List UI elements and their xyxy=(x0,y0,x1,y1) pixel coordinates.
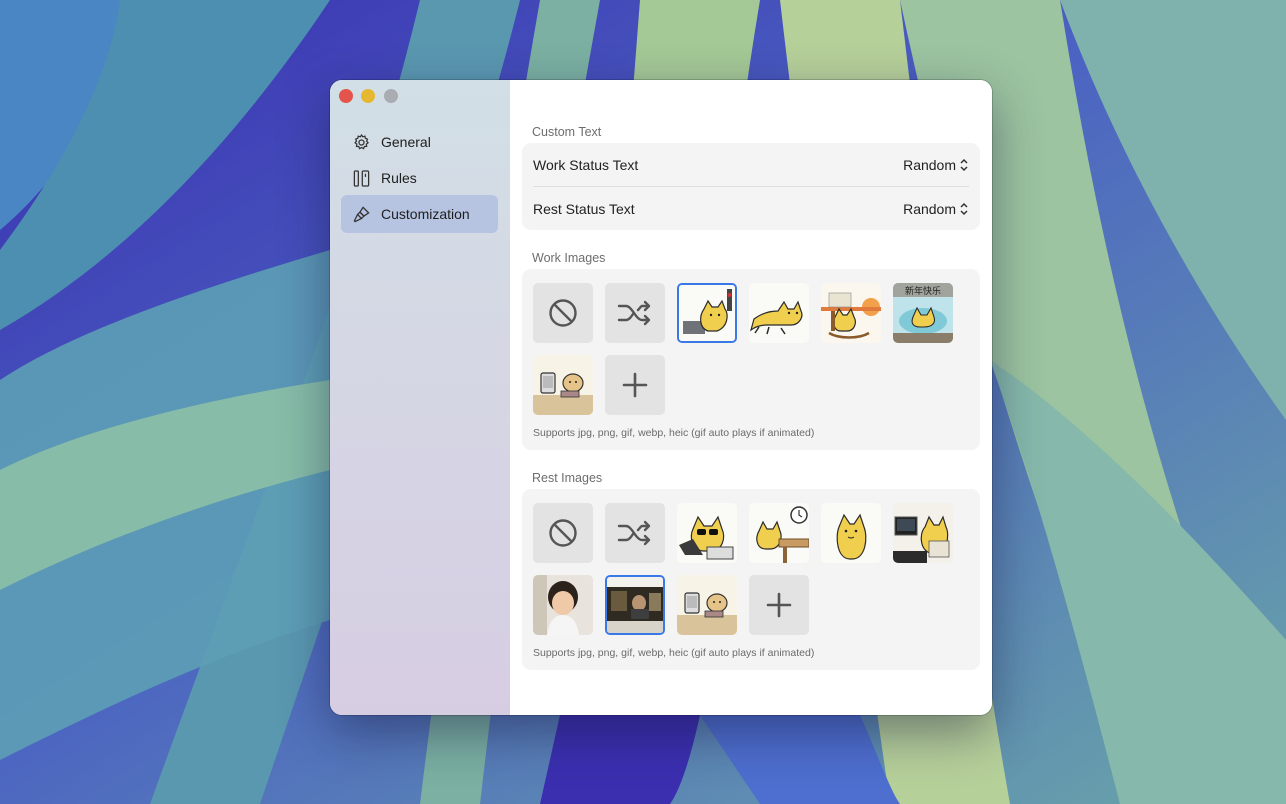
cat-monitor-image xyxy=(893,503,953,563)
rest-status-text-select[interactable]: Random xyxy=(903,201,969,217)
work-images-title: Work Images xyxy=(532,251,606,265)
chevron-updown-icon xyxy=(960,158,968,172)
desk-photo-image xyxy=(607,577,663,633)
custom-text-group: Work Status Text Random Rest Status Text… xyxy=(522,143,980,230)
work-status-text-select[interactable]: Random xyxy=(903,157,969,173)
cat-clock-desk-image xyxy=(749,503,809,563)
rest-image-tile[interactable] xyxy=(821,503,881,563)
cat-laptop-image xyxy=(679,285,735,341)
brush-icon xyxy=(350,203,372,225)
sidebar: General Rules Customization xyxy=(330,80,510,715)
work-status-text-label: Work Status Text xyxy=(533,157,639,173)
work-images-group: 新年快乐 Supports jpg, png, gif, webp, heic … xyxy=(522,269,980,450)
child-photo-image xyxy=(533,575,593,635)
work-status-text-row: Work Status Text Random xyxy=(533,143,969,187)
work-image-shuffle-tile[interactable] xyxy=(605,283,665,343)
shuffle-icon xyxy=(617,300,651,326)
rest-image-tile[interactable] xyxy=(677,575,737,635)
add-rest-image-button[interactable] xyxy=(749,575,809,635)
cat-rocking-chair-image xyxy=(821,283,881,343)
settings-window: General Rules Customization Custom Text … xyxy=(330,80,992,715)
add-icon xyxy=(766,592,792,618)
none-icon xyxy=(549,519,577,547)
rest-image-tile[interactable] xyxy=(605,575,665,635)
dog-computer-image xyxy=(533,355,593,415)
work-image-tile[interactable] xyxy=(749,283,809,343)
cat-standing-image xyxy=(821,503,881,563)
rest-images-group: Supports jpg, png, gif, webp, heic (gif … xyxy=(522,489,980,670)
sidebar-item-rules[interactable]: Rules xyxy=(341,160,498,196)
cat-sunglasses-image xyxy=(677,503,737,563)
sidebar-item-label: General xyxy=(381,134,431,150)
rest-images-title: Rest Images xyxy=(532,471,603,485)
sidebar-item-label: Rules xyxy=(381,170,417,186)
rest-status-text-value: Random xyxy=(903,201,956,217)
custom-text-title: Custom Text xyxy=(532,125,602,139)
rest-status-text-row: Rest Status Text Random xyxy=(533,187,969,231)
rest-status-text-label: Rest Status Text xyxy=(533,201,635,217)
rest-images-hint: Supports jpg, png, gif, webp, heic (gif … xyxy=(533,647,815,659)
cat-running-image xyxy=(749,283,809,343)
add-work-image-button[interactable] xyxy=(605,355,665,415)
sidebar-item-label: Customization xyxy=(381,206,470,222)
svg-text:新年快乐: 新年快乐 xyxy=(905,285,941,297)
sidebar-item-customization[interactable]: Customization xyxy=(341,195,498,233)
work-image-tile[interactable] xyxy=(821,283,881,343)
rest-image-tile[interactable] xyxy=(533,575,593,635)
customization-pane: Custom Text Work Status Text Random Rest… xyxy=(510,80,992,715)
rest-image-tile[interactable] xyxy=(893,503,953,563)
close-window-button[interactable] xyxy=(339,89,353,103)
work-image-tile[interactable] xyxy=(533,355,593,415)
sidebar-item-general[interactable]: General xyxy=(341,124,498,160)
shuffle-icon xyxy=(617,520,651,546)
work-image-tile[interactable]: 新年快乐 xyxy=(893,283,953,343)
work-images-hint: Supports jpg, png, gif, webp, heic (gif … xyxy=(533,427,815,439)
dog-computer-image xyxy=(677,575,737,635)
rest-image-shuffle-tile[interactable] xyxy=(605,503,665,563)
work-status-text-value: Random xyxy=(903,157,956,173)
rules-icon xyxy=(350,167,372,189)
cat-bath-image: 新年快乐 xyxy=(893,283,953,343)
zoom-window-button[interactable] xyxy=(384,89,398,103)
minimize-window-button[interactable] xyxy=(361,89,375,103)
work-image-none-tile[interactable] xyxy=(533,283,593,343)
work-image-tile[interactable] xyxy=(677,283,737,343)
add-icon xyxy=(622,372,648,398)
rest-image-tile[interactable] xyxy=(749,503,809,563)
rest-image-tile[interactable] xyxy=(677,503,737,563)
none-icon xyxy=(549,299,577,327)
chevron-updown-icon xyxy=(960,202,968,216)
rest-image-none-tile[interactable] xyxy=(533,503,593,563)
gear-icon xyxy=(350,131,372,153)
